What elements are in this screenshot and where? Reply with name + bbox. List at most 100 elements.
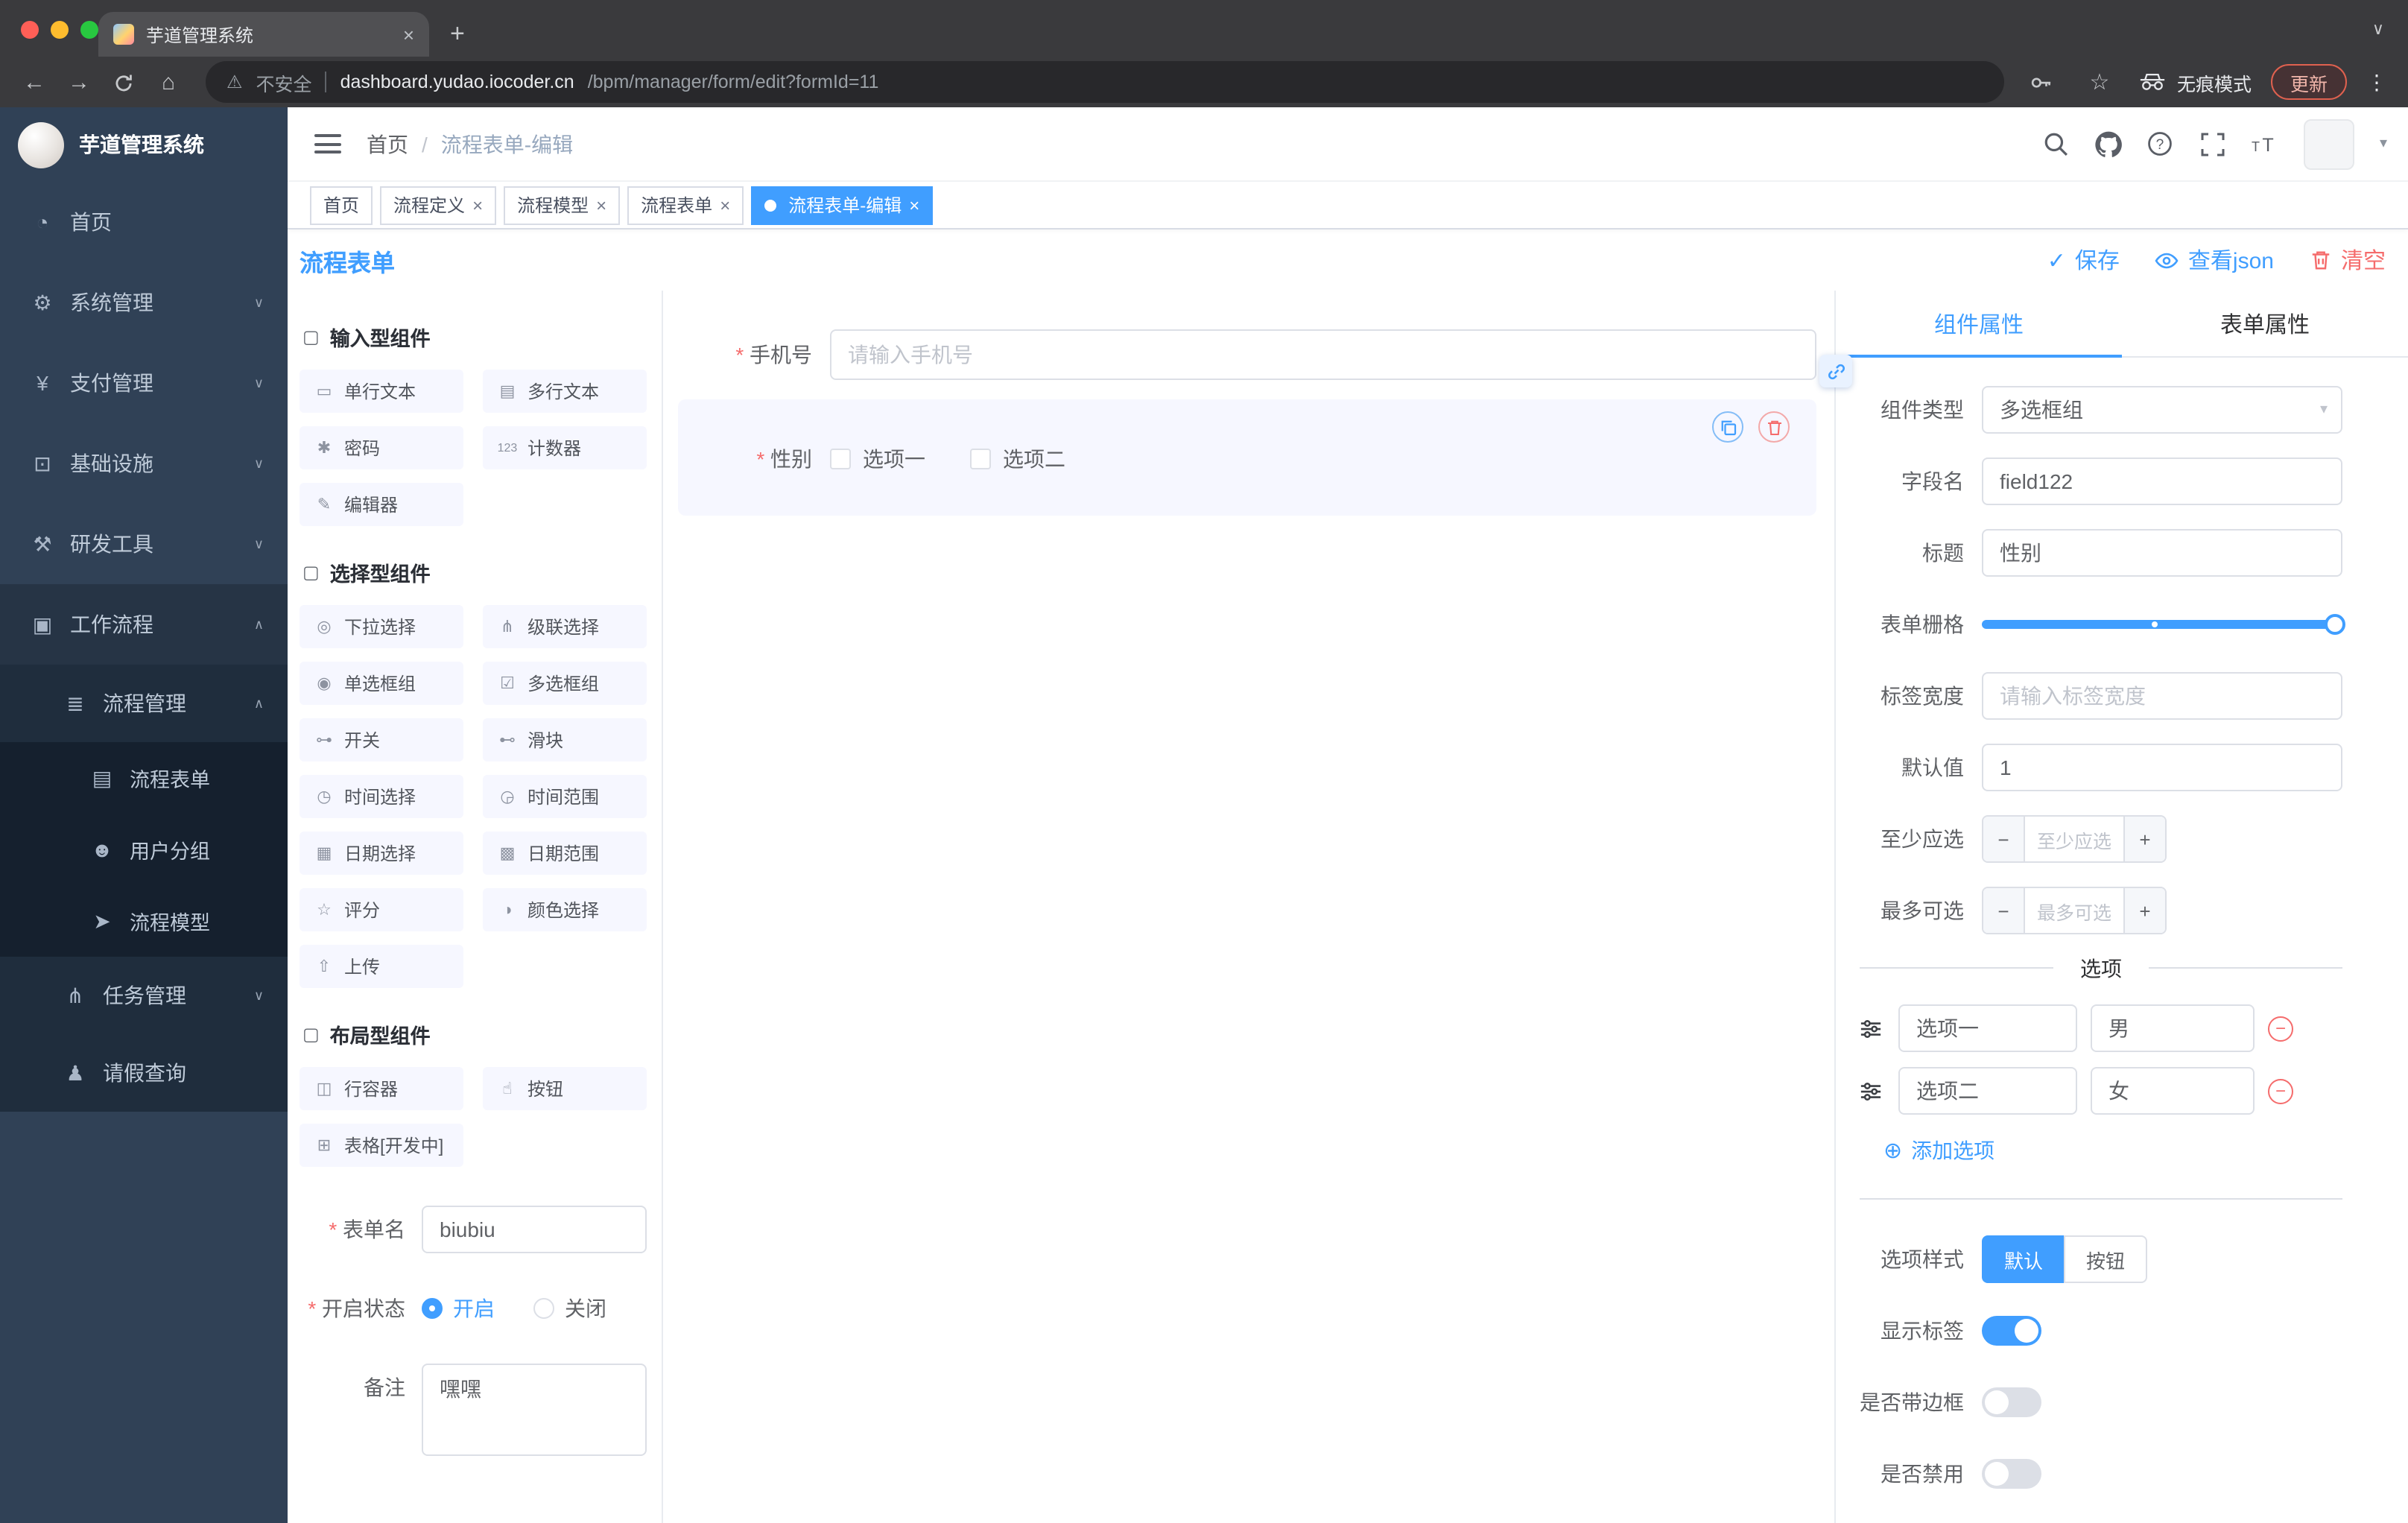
component-dropdown-select[interactable]: ◎ 下拉选择 xyxy=(300,605,463,648)
home-button[interactable]: ⌂ xyxy=(149,71,188,93)
clear-button[interactable]: 清空 xyxy=(2310,244,2386,276)
save-button[interactable]: ✓ 保存 xyxy=(2047,244,2120,276)
tag-process-form-edit[interactable]: 流程表单-编辑 × xyxy=(751,186,934,224)
stepper-minus-button[interactable]: − xyxy=(1983,888,2025,933)
component-radio-group[interactable]: ◉ 单选框组 xyxy=(300,662,463,705)
component-switch[interactable]: ⊶ 开关 xyxy=(300,718,463,762)
user-avatar[interactable] xyxy=(2303,118,2354,169)
window-close-button[interactable] xyxy=(21,21,39,39)
avatar-dropdown-caret-icon[interactable]: ▾ xyxy=(2380,136,2387,152)
remove-option-button[interactable]: − xyxy=(2268,1016,2293,1041)
forward-button[interactable]: → xyxy=(60,71,98,93)
drag-handle-icon[interactable] xyxy=(1860,1080,1885,1102)
slider-handle[interactable] xyxy=(2325,614,2345,635)
search-icon[interactable] xyxy=(2043,130,2070,157)
canvas-field-gender-selected[interactable]: 性别 选项一 选项二 xyxy=(678,399,1816,516)
component-multi-line-text[interactable]: ▤ 多行文本 xyxy=(483,370,647,413)
sidebar-item-process-form[interactable]: ▤ 流程表单 xyxy=(0,742,288,814)
component-date-picker[interactable]: ▦ 日期选择 xyxy=(300,832,463,875)
component-type-select[interactable] xyxy=(1982,386,2342,434)
component-password[interactable]: ✱ 密码 xyxy=(300,426,463,469)
stepper-plus-button[interactable]: + xyxy=(2123,888,2165,933)
delete-component-button[interactable] xyxy=(1758,411,1790,443)
password-key-icon[interactable] xyxy=(2022,70,2061,93)
option-2-value-input[interactable] xyxy=(2091,1067,2255,1115)
tag-close-icon[interactable]: × xyxy=(596,194,606,215)
sidebar-item-user-group[interactable]: ☻ 用户分组 xyxy=(0,814,288,885)
menu-fold-icon[interactable] xyxy=(314,129,341,159)
component-cascader[interactable]: ⋔ 级联选择 xyxy=(483,605,647,648)
sidebar-item-home[interactable]: ◔ 首页 xyxy=(0,182,288,262)
address-bar[interactable]: ⚠ 不安全 dashboard.yudao.iocoder.cn/bpm/man… xyxy=(206,61,2004,103)
min-select-value[interactable]: 至少应选 xyxy=(2025,817,2123,861)
label-width-input[interactable] xyxy=(1982,672,2342,720)
reload-button[interactable] xyxy=(104,71,143,93)
component-date-range[interactable]: ▩ 日期范围 xyxy=(483,832,647,875)
show-label-toggle[interactable] xyxy=(1982,1316,2041,1346)
github-icon[interactable] xyxy=(2095,130,2122,157)
tab-search-chevron-icon[interactable]: ∨ xyxy=(2372,19,2384,39)
tag-close-icon[interactable]: × xyxy=(909,194,919,215)
status-radio-off[interactable]: 关闭 xyxy=(533,1294,606,1323)
default-value-input[interactable] xyxy=(1982,744,2342,791)
component-row-container[interactable]: ◫ 行容器 xyxy=(300,1067,463,1110)
remove-option-button[interactable]: − xyxy=(2268,1078,2293,1104)
max-select-value[interactable]: 最多可选 xyxy=(2025,888,2123,933)
form-remark-textarea[interactable]: 嘿嘿 xyxy=(422,1364,647,1456)
fullscreen-icon[interactable] xyxy=(2199,130,2226,157)
gender-option-1-checkbox[interactable]: 选项一 xyxy=(830,444,925,474)
sidebar-item-payment-management[interactable]: ¥ 支付管理 ∨ xyxy=(0,343,288,423)
drag-handle-icon[interactable] xyxy=(1860,1017,1885,1039)
tab-close-icon[interactable]: × xyxy=(403,23,414,45)
add-option-button[interactable]: ⊕ 添加选项 xyxy=(1883,1136,2342,1165)
sidebar-item-workflow[interactable]: ▣ 工作流程 ∧ xyxy=(0,584,288,665)
new-tab-button[interactable]: + xyxy=(450,21,465,46)
status-radio-on[interactable]: 开启 xyxy=(422,1294,495,1323)
sidebar-item-infrastructure[interactable]: ⊡ 基础设施 ∨ xyxy=(0,423,288,504)
stepper-plus-button[interactable]: + xyxy=(2123,817,2165,861)
back-button[interactable]: ← xyxy=(15,71,54,93)
title-input[interactable] xyxy=(1982,529,2342,577)
component-button[interactable]: ☝ 按钮 xyxy=(483,1067,647,1110)
browser-tab[interactable]: 芋道管理系统 × xyxy=(98,12,429,57)
browser-update-button[interactable]: 更新 xyxy=(2270,64,2347,100)
sidebar-item-process-model[interactable]: ➤ 流程模型 xyxy=(0,885,288,957)
sidebar-item-task-management[interactable]: ⋔ 任务管理 ∨ xyxy=(0,957,288,1034)
style-button-button[interactable]: 按钮 xyxy=(2064,1235,2148,1283)
font-size-icon[interactable]: TT xyxy=(2252,130,2278,157)
sidebar-item-process-management[interactable]: ≣ 流程管理 ∧ xyxy=(0,665,288,742)
form-name-input[interactable] xyxy=(422,1206,647,1253)
option-1-label-input[interactable] xyxy=(1898,1004,2077,1052)
gender-option-2-checkbox[interactable]: 选项二 xyxy=(970,444,1065,474)
stepper-minus-button[interactable]: − xyxy=(1983,817,2025,861)
sidebar-item-dev-tools[interactable]: ⚒ 研发工具 ∨ xyxy=(0,504,288,584)
component-slider[interactable]: ⊷ 滑块 xyxy=(483,718,647,762)
style-default-button[interactable]: 默认 xyxy=(1982,1235,2065,1283)
component-time-picker[interactable]: ◷ 时间选择 xyxy=(300,775,463,818)
with-border-toggle[interactable] xyxy=(1982,1387,2041,1417)
tag-close-icon[interactable]: × xyxy=(720,194,730,215)
view-json-button[interactable]: 查看json xyxy=(2155,244,2274,276)
tab-form-props[interactable]: 表单属性 xyxy=(2122,291,2408,356)
copy-component-button[interactable] xyxy=(1712,411,1743,443)
breadcrumb-home-link[interactable]: 首页 xyxy=(367,129,408,159)
component-counter[interactable]: 123 计数器 xyxy=(483,426,647,469)
phone-field-input[interactable] xyxy=(830,329,1816,380)
tag-process-model[interactable]: 流程模型 × xyxy=(504,186,621,224)
tab-component-props[interactable]: 组件属性 xyxy=(1836,291,2122,358)
tag-home[interactable]: 首页 xyxy=(310,186,373,224)
option-2-label-input[interactable] xyxy=(1898,1067,2077,1115)
help-icon[interactable]: ? xyxy=(2147,130,2174,157)
option-1-value-input[interactable] xyxy=(2091,1004,2255,1052)
component-upload[interactable]: ⇧ 上传 xyxy=(300,945,463,988)
browser-menu-kebab-icon[interactable]: ⋮ xyxy=(2366,69,2387,95)
bookmark-star-icon[interactable]: ☆ xyxy=(2080,71,2119,93)
tag-process-definition[interactable]: 流程定义 × xyxy=(380,186,497,224)
disabled-toggle[interactable] xyxy=(1982,1459,2041,1489)
component-color-picker[interactable]: ◑ 颜色选择 xyxy=(483,888,647,931)
tag-process-form[interactable]: 流程表单 × xyxy=(627,186,744,224)
sidebar-item-leave-query[interactable]: ♟ 请假查询 xyxy=(0,1034,288,1112)
component-rate[interactable]: ☆ 评分 xyxy=(300,888,463,931)
window-minimize-button[interactable] xyxy=(51,21,69,39)
form-grid-slider[interactable] xyxy=(1982,601,2345,648)
